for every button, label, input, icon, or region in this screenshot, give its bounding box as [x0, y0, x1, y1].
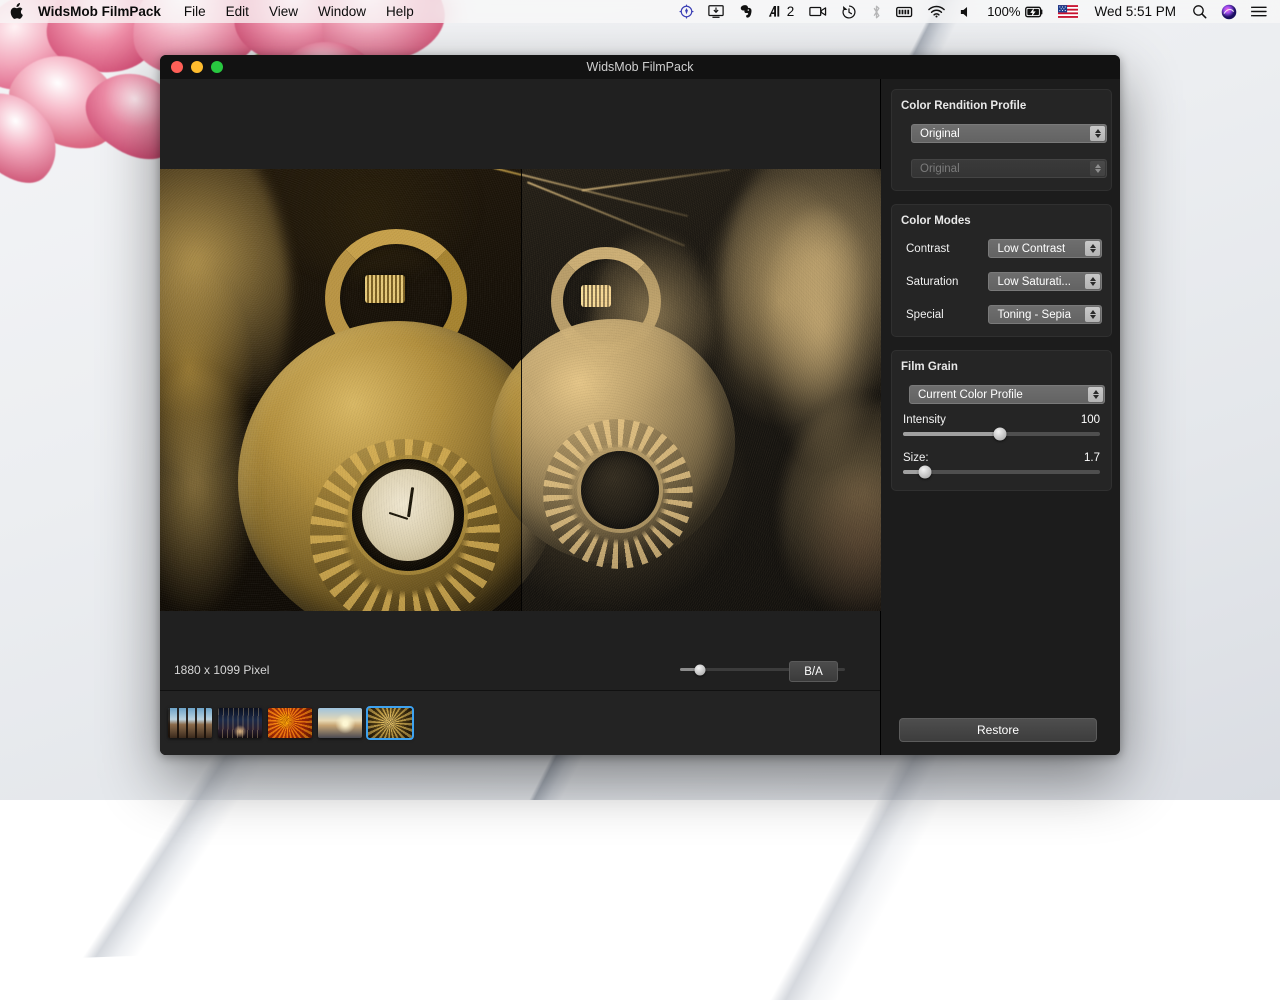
intensity-row: Intensity 100 [903, 414, 1100, 426]
battery-charging-icon[interactable] [1023, 0, 1051, 23]
color-rendition-primary-value: Original [920, 128, 960, 140]
thumbnail-4[interactable] [318, 708, 362, 738]
intensity-value: 100 [1081, 414, 1100, 426]
preview-before-half [160, 169, 521, 611]
evernote-elephant-icon[interactable] [731, 0, 761, 23]
thumbnail-5[interactable] [368, 708, 412, 738]
location-compass-icon[interactable] [672, 0, 701, 23]
saturation-row: Saturation Low Saturati... [901, 272, 1102, 291]
thumbnail-3[interactable] [268, 708, 312, 738]
watch-photo-sepia [521, 169, 882, 611]
time-machine-clock-icon[interactable] [834, 0, 864, 23]
contrast-label: Contrast [901, 243, 988, 255]
menu-window[interactable]: Window [308, 0, 376, 23]
siri-icon[interactable] [1214, 0, 1244, 23]
intensity-slider-fill [903, 432, 1000, 436]
menu-view[interactable]: View [259, 0, 308, 23]
video-camera-icon[interactable] [802, 0, 834, 23]
before-after-compare[interactable] [160, 169, 881, 611]
menu-app-name[interactable]: WidsMob FilmPack [36, 0, 174, 23]
size-value: 1.7 [1084, 452, 1100, 464]
contrast-select[interactable]: Low Contrast [988, 239, 1102, 258]
special-label: Special [901, 309, 988, 321]
wifi-icon[interactable] [921, 0, 952, 23]
film-grain-profile-select[interactable]: Current Color Profile [909, 385, 1105, 404]
macos-menu-bar: WidsMob FilmPack File Edit View Window H… [0, 0, 1280, 23]
color-rendition-profile-title: Color Rendition Profile [901, 100, 1102, 112]
menu-bar-clock[interactable]: Wed 5:51 PM [1085, 0, 1185, 23]
menu-bar-status-area: 2 [672, 0, 1280, 23]
settings-panel: Color Rendition Profile Original Origina… [881, 79, 1120, 755]
special-value: Toning - Sepia [997, 309, 1071, 321]
saturation-value: Low Saturati... [997, 276, 1071, 288]
contrast-row: Contrast Low Contrast [901, 239, 1102, 258]
apple-logo-icon[interactable] [9, 3, 24, 20]
preview-after-half [521, 169, 882, 611]
window-traffic-lights [160, 61, 223, 73]
image-canvas[interactable] [160, 79, 880, 650]
chevron-updown-icon[interactable] [1085, 307, 1100, 322]
color-modes-group: Color Modes Contrast Low Contrast Satura… [891, 204, 1112, 337]
minimize-button[interactable] [191, 61, 203, 73]
preview-pane: 1880 x 1099 Pixel B/A [160, 79, 881, 755]
contrast-value: Low Contrast [997, 243, 1065, 255]
us-flag-icon[interactable] [1051, 0, 1085, 23]
menu-help[interactable]: Help [376, 0, 424, 23]
thumbnail-strip [160, 690, 880, 755]
color-rendition-secondary-value: Original [920, 163, 960, 175]
color-rendition-profile-group: Color Rendition Profile Original Origina… [891, 89, 1112, 191]
alfred-badge-count: 2 [787, 0, 803, 23]
window-body: 1880 x 1099 Pixel B/A [160, 79, 1120, 755]
special-row: Special Toning - Sepia [901, 305, 1102, 324]
size-slider-thumb[interactable] [918, 466, 931, 479]
size-label: Size: [903, 452, 929, 464]
intensity-slider-thumb[interactable] [993, 428, 1006, 441]
battery-level-icon[interactable] [889, 0, 921, 23]
maximize-button[interactable] [211, 61, 223, 73]
chevron-updown-icon[interactable] [1085, 241, 1100, 256]
window-titlebar[interactable]: WidsMob FilmPack [160, 55, 1120, 79]
restore-area: Restore [891, 718, 1112, 755]
app-window: WidsMob FilmPack [160, 55, 1120, 755]
intensity-label: Intensity [903, 414, 946, 426]
chevron-updown-icon[interactable] [1088, 387, 1103, 402]
chevron-updown-icon[interactable] [1085, 274, 1100, 289]
saturation-select[interactable]: Low Saturati... [988, 272, 1102, 291]
size-row: Size: 1.7 [903, 452, 1100, 464]
film-grain-group: Film Grain Current Color Profile Intensi… [891, 350, 1112, 491]
preview-info-bar: 1880 x 1099 Pixel B/A [160, 650, 880, 690]
chevron-updown-icon[interactable] [1090, 126, 1105, 141]
menu-edit[interactable]: Edit [216, 0, 259, 23]
battery-percent-label: 100% [980, 0, 1023, 23]
close-button[interactable] [171, 61, 183, 73]
size-slider[interactable] [903, 470, 1100, 474]
window-title: WidsMob FilmPack [160, 60, 1120, 74]
before-after-toggle-button[interactable]: B/A [789, 661, 838, 682]
volume-speaker-icon[interactable] [952, 0, 980, 23]
bluetooth-icon[interactable] [864, 0, 889, 23]
saturation-label: Saturation [901, 276, 988, 288]
menu-file[interactable]: File [174, 0, 216, 23]
special-select[interactable]: Toning - Sepia [988, 305, 1102, 324]
watch-photo-original [160, 169, 521, 611]
color-rendition-secondary-select: Original [911, 159, 1107, 178]
film-grain-profile-value: Current Color Profile [918, 389, 1023, 401]
film-grain-title: Film Grain [901, 361, 1102, 373]
thumbnail-2[interactable] [218, 708, 262, 738]
spotlight-search-icon[interactable] [1185, 0, 1214, 23]
zoom-slider-thumb[interactable] [694, 664, 705, 675]
restore-button[interactable]: Restore [899, 718, 1097, 742]
alfred-a-icon[interactable] [761, 0, 787, 23]
menu-bar-left: WidsMob FilmPack File Edit View Window H… [0, 0, 424, 23]
intensity-slider[interactable] [903, 432, 1100, 436]
color-modes-title: Color Modes [901, 215, 1102, 227]
chevron-updown-icon-disabled [1090, 161, 1105, 176]
screen-capture-icon[interactable] [701, 0, 731, 23]
image-dimensions-label: 1880 x 1099 Pixel [174, 663, 269, 677]
color-rendition-primary-select[interactable]: Original [911, 124, 1107, 143]
compare-split-divider[interactable] [521, 169, 522, 611]
thumbnail-1[interactable] [168, 708, 212, 738]
notification-center-icon[interactable] [1244, 0, 1272, 23]
